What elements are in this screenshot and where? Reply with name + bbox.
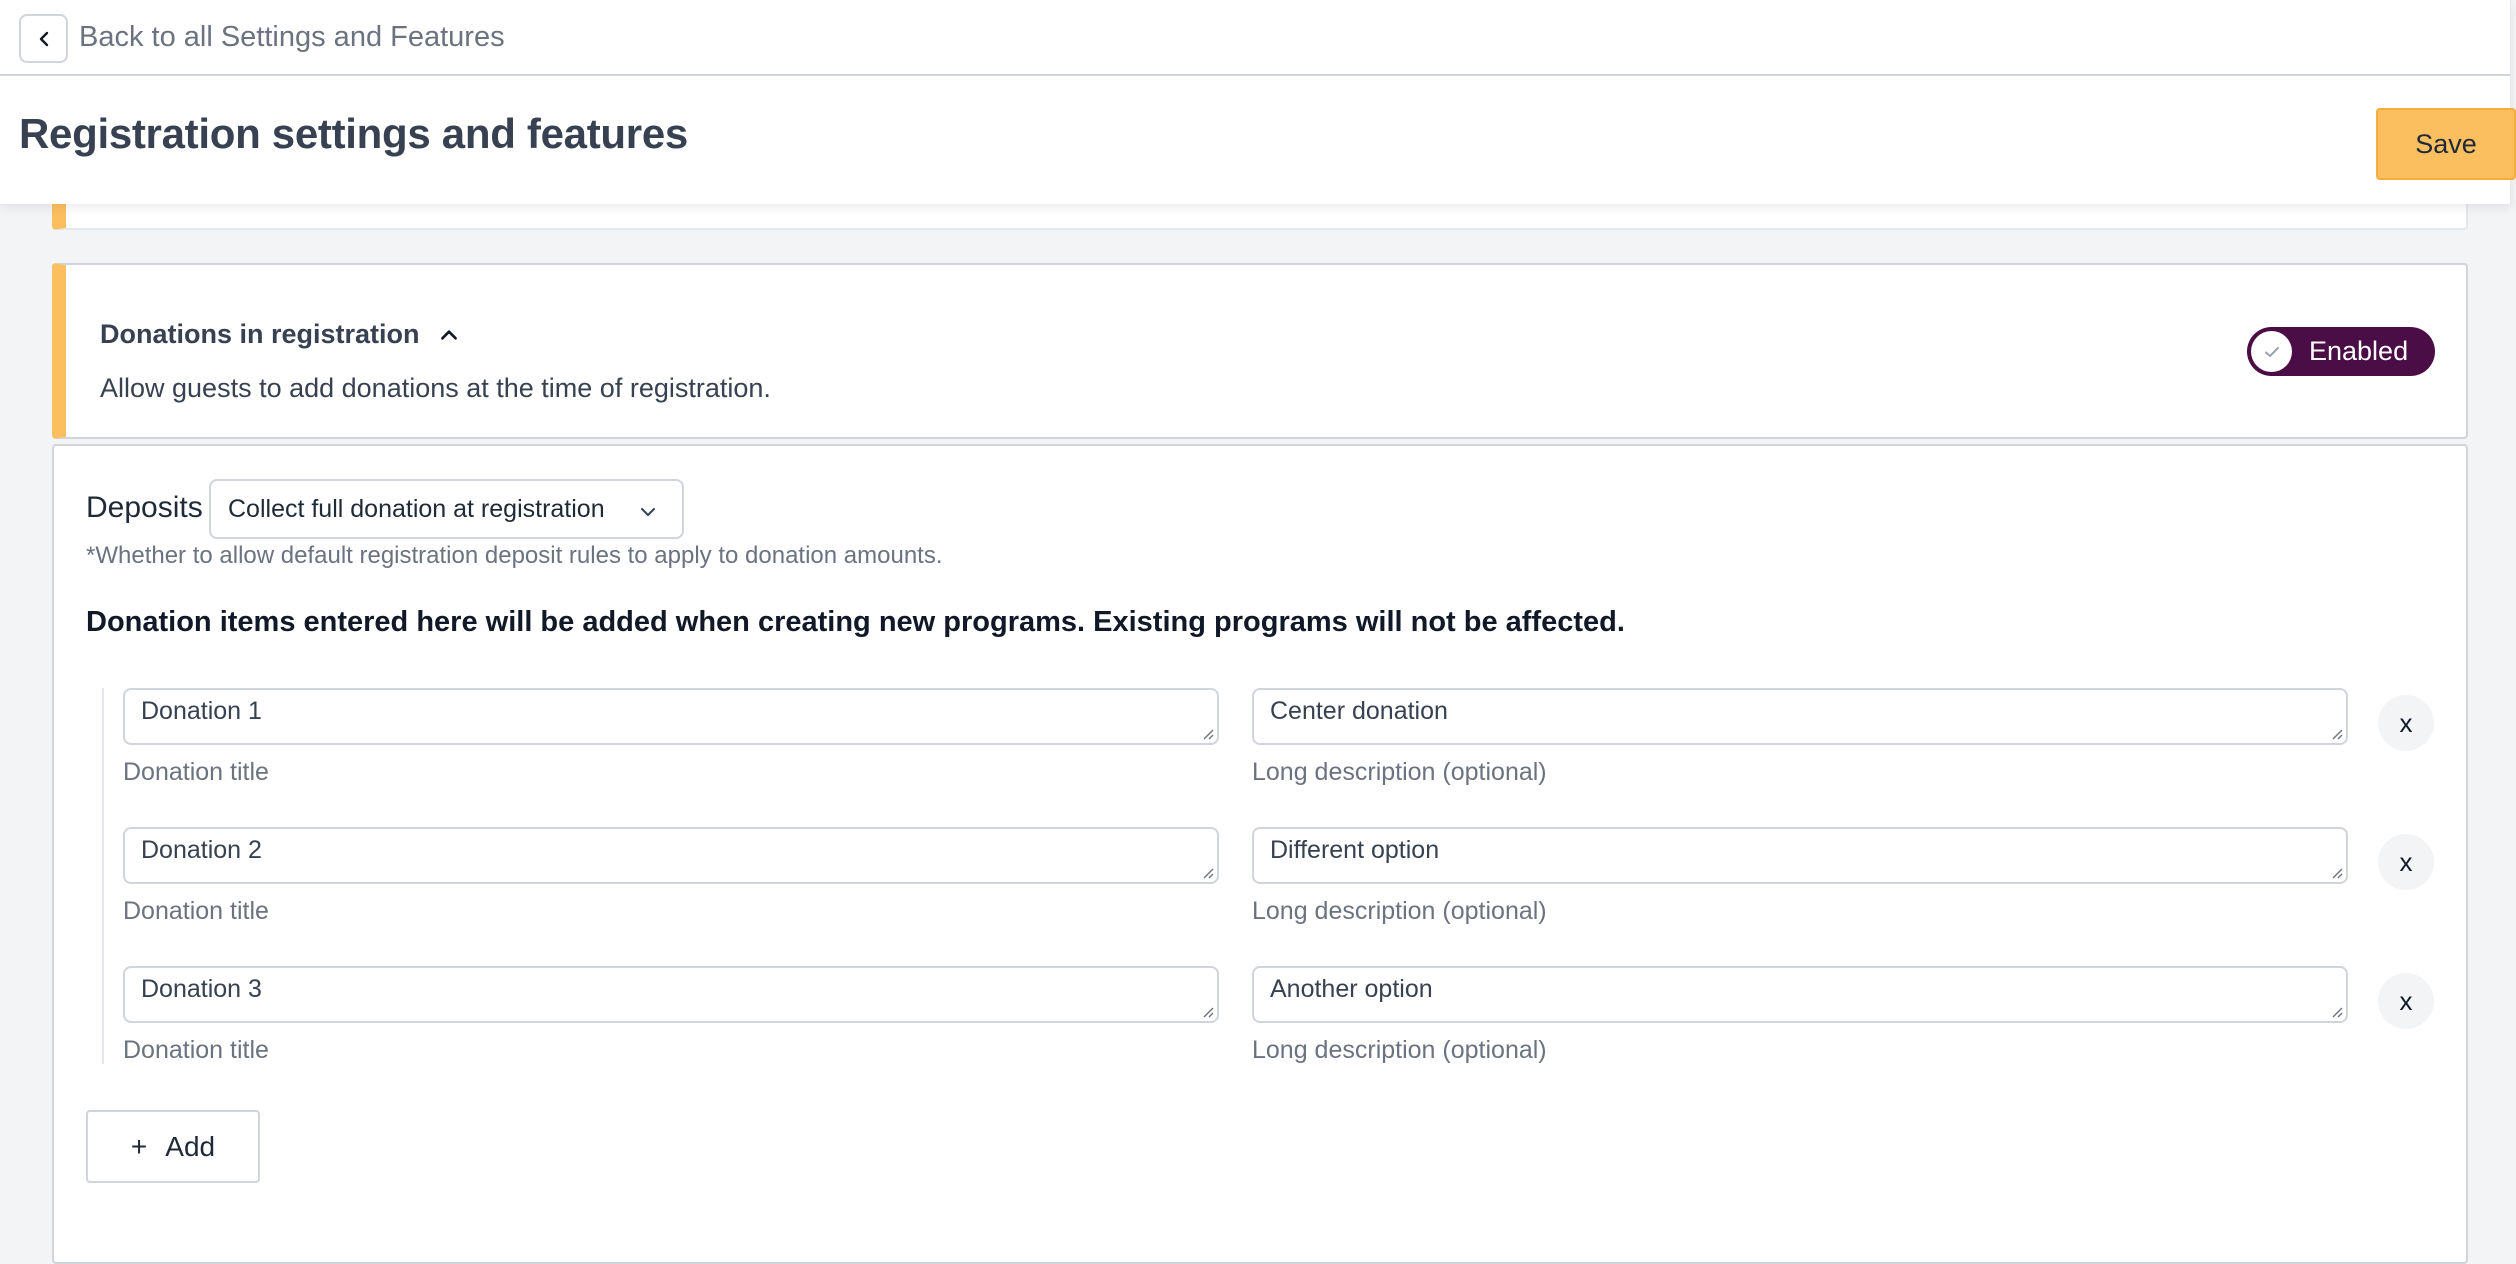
donations-feature-card: Donations in registration Allow guests t… — [52, 263, 2468, 439]
donation-settings-panel: Deposits Collect full donation at regist… — [52, 444, 2468, 1264]
deposits-selected-value: Collect full donation at registration — [228, 494, 605, 523]
donation-description-value: Center donation — [1270, 697, 1448, 725]
donation-item-row: Donation 3 Donation title Another option… — [104, 966, 2444, 1076]
donation-title-caption: Donation title — [123, 758, 269, 786]
deposits-label: Deposits — [86, 491, 203, 524]
donation-description-input[interactable]: Center donation — [1252, 688, 2348, 745]
donation-title-input[interactable]: Donation 3 — [123, 966, 1219, 1023]
donation-description-caption: Long description (optional) — [1252, 897, 1547, 925]
deposits-select[interactable]: Collect full donation at registration — [209, 479, 684, 539]
donation-item-row: Donation 1 Donation title Center donatio… — [104, 688, 2444, 798]
donation-description-value: Another option — [1270, 975, 1433, 1003]
donation-title-value: Donation 1 — [141, 697, 262, 725]
feature-header[interactable]: Donations in registration — [100, 319, 460, 350]
remove-donation-button[interactable]: x — [2378, 834, 2434, 890]
donation-title-input[interactable]: Donation 1 — [123, 688, 1219, 745]
donation-description-input[interactable]: Another option — [1252, 966, 2348, 1023]
donation-item-row: Donation 2 Donation title Different opti… — [104, 827, 2444, 937]
plus-icon: + — [130, 1130, 148, 1162]
resize-grip-icon[interactable] — [1200, 726, 1214, 740]
feature-description: Allow guests to add donations at the tim… — [100, 373, 771, 403]
resize-grip-icon[interactable] — [2329, 1004, 2343, 1018]
donation-description-input[interactable]: Different option — [1252, 827, 2348, 884]
donation-items-heading: Donation items entered here will be adde… — [86, 606, 1625, 638]
donation-title-caption: Donation title — [123, 897, 269, 925]
toggle-knob — [2251, 331, 2292, 372]
save-button[interactable]: Save — [2376, 108, 2516, 180]
check-icon — [2264, 346, 2279, 357]
deposits-note: *Whether to allow default registration d… — [86, 542, 943, 569]
resize-grip-icon[interactable] — [2329, 726, 2343, 740]
resize-grip-icon[interactable] — [2329, 865, 2343, 879]
donation-items-list: Donation 1 Donation title Center donatio… — [102, 688, 2444, 1064]
chevron-up-icon — [440, 329, 457, 340]
resize-grip-icon[interactable] — [1200, 865, 1214, 879]
page-title: Registration settings and features — [19, 110, 688, 157]
donation-title-input[interactable]: Donation 2 — [123, 827, 1219, 884]
enabled-toggle[interactable]: Enabled — [2247, 327, 2435, 376]
back-link[interactable]: Back to all Settings and Features — [79, 21, 505, 54]
page-header: Back to all Settings and Features Regist… — [0, 0, 2516, 204]
remove-donation-button[interactable]: x — [2378, 973, 2434, 1029]
donation-title-caption: Donation title — [123, 1036, 269, 1064]
chevron-down-icon — [641, 508, 655, 516]
back-button[interactable] — [19, 14, 68, 63]
toggle-label: Enabled — [2309, 336, 2409, 366]
add-donation-button[interactable]: + Add — [86, 1110, 260, 1183]
donation-description-value: Different option — [1270, 836, 1440, 864]
donation-title-value: Donation 3 — [141, 975, 262, 1003]
add-button-label: Add — [165, 1130, 216, 1162]
chevron-left-icon — [39, 31, 48, 46]
remove-donation-button[interactable]: x — [2378, 695, 2434, 751]
donation-description-caption: Long description (optional) — [1252, 758, 1547, 786]
feature-title: Donations in registration — [100, 319, 420, 349]
resize-grip-icon[interactable] — [1200, 1004, 1214, 1018]
donation-description-caption: Long description (optional) — [1252, 1036, 1547, 1064]
donation-title-value: Donation 2 — [141, 836, 262, 864]
back-row: Back to all Settings and Features — [0, 0, 2510, 76]
